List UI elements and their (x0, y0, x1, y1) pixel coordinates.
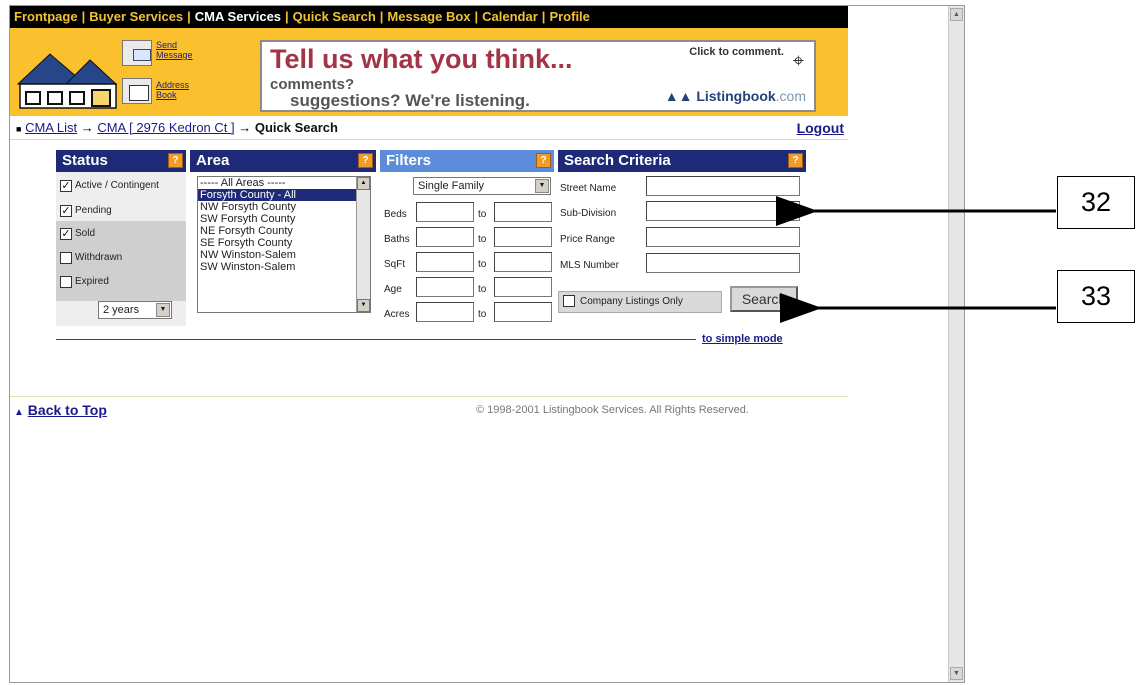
annotation-arrows (776, 196, 1056, 323)
callout-32: 32 (1057, 176, 1135, 229)
callout-33: 33 (1057, 270, 1135, 323)
